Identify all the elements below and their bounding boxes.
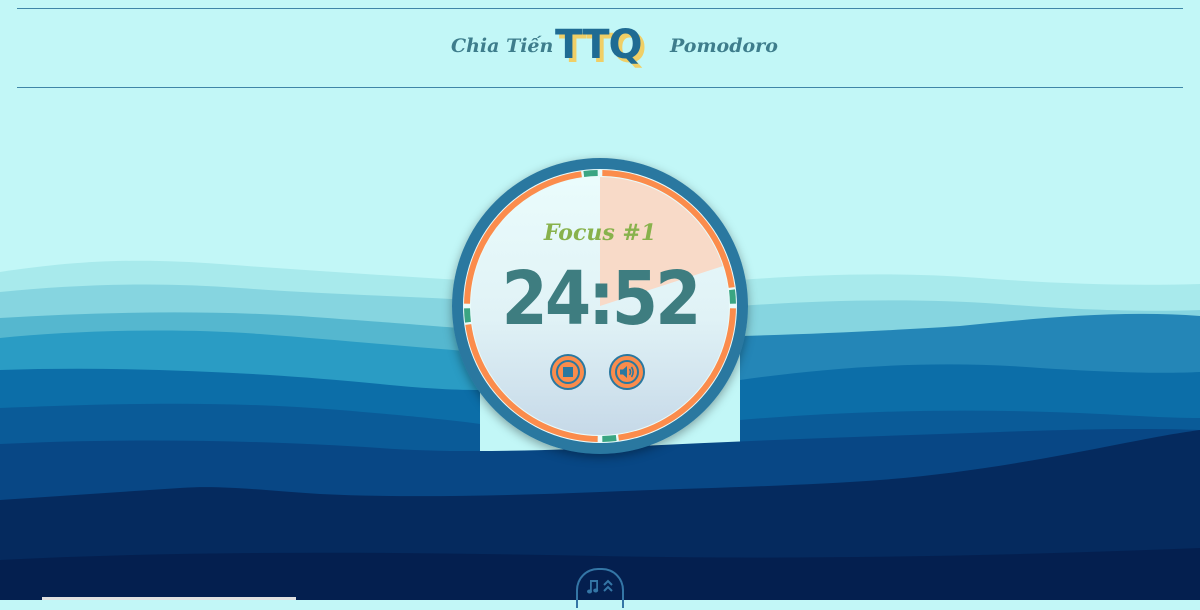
pomodoro-timer: Focus #1 24:52 xyxy=(452,158,748,454)
countdown-time: 24:52 xyxy=(501,256,702,342)
break-segment-2 xyxy=(602,435,617,442)
double-chevron-up-icon xyxy=(603,579,613,592)
ttq-logo[interactable]: TTQ xyxy=(555,25,642,65)
break-segment-4 xyxy=(583,170,598,177)
session-label: Focus #1 xyxy=(543,220,657,246)
header: Chia Tiến TTQ Pomodoro xyxy=(17,8,1183,88)
stop-icon xyxy=(556,360,580,384)
sound-button[interactable] xyxy=(609,354,645,390)
music-note-icon xyxy=(587,580,599,594)
stop-button[interactable] xyxy=(550,354,586,390)
brand-right-label: Pomodoro xyxy=(670,35,778,57)
brand-left-label: Chia Tiến xyxy=(451,35,554,57)
music-toggle-icons xyxy=(587,579,613,594)
volume-icon xyxy=(615,360,639,384)
music-toggle-button[interactable] xyxy=(576,568,624,608)
